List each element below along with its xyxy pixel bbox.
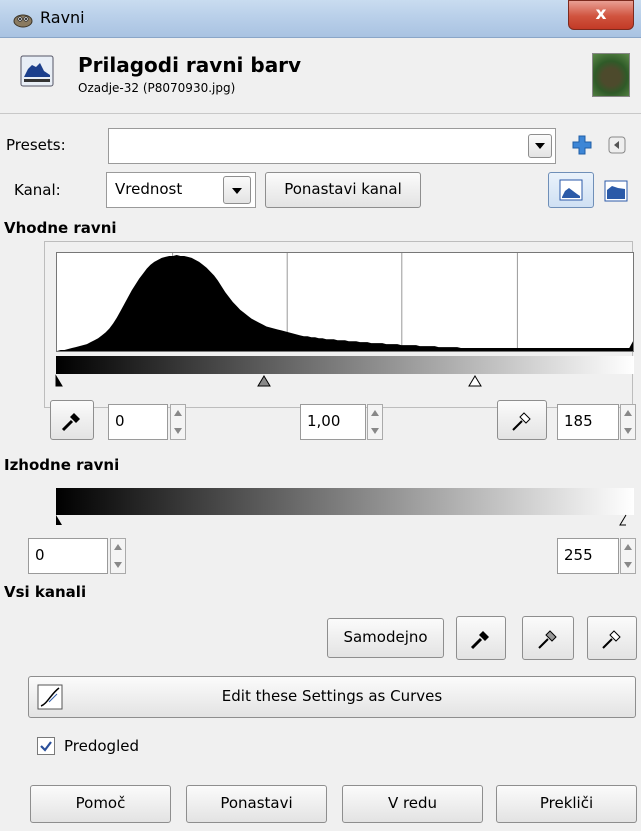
output-low-handle[interactable] [50,514,64,528]
eyedropper-white-icon [602,630,621,649]
input-high-spinner[interactable] [620,404,636,440]
window-title: Ravni [40,8,85,27]
output-high-field[interactable]: 255 [557,538,619,574]
input-gamma-handle[interactable] [257,374,271,388]
checkmark-icon [40,741,52,752]
output-levels-gradient [56,488,634,515]
output-high-spinner[interactable] [620,538,636,574]
presets-label: Presets: [6,136,66,154]
input-high-handle[interactable] [468,374,482,388]
channel-value: Vrednost [115,180,183,198]
close-button[interactable]: x [568,0,634,30]
log-histogram-icon [604,180,628,202]
pick-black-point-button[interactable] [50,400,94,440]
channel-label: Kanal: [14,181,61,199]
spinner-arrows-icon [170,404,186,440]
preview-checkbox[interactable] [37,737,55,755]
input-gamma-field[interactable]: 1,00 [300,404,366,440]
eyedropper-black-icon [61,413,80,432]
histogram [56,252,634,352]
eyedropper-white-icon [512,412,531,431]
input-high-field[interactable]: 185 [557,404,619,440]
linear-histogram-toggle[interactable] [548,172,594,208]
curves-icon [37,684,63,710]
input-levels-heading: Vhodne ravni [4,219,117,237]
input-low-handle[interactable] [50,374,64,388]
image-thumbnail [592,53,630,97]
reset-button[interactable]: Ponastavi [186,785,327,823]
output-low-spinner[interactable] [110,538,126,574]
eyedropper-gray-icon [538,630,557,649]
help-button[interactable]: Pomoč [30,785,171,823]
spinner-arrows-icon [110,538,126,574]
pick-white-point-button[interactable] [497,400,547,440]
presets-dropdown-button[interactable] [528,134,552,158]
chevron-down-icon [232,188,242,194]
spinner-arrows-icon [620,404,636,440]
chevron-down-icon [535,143,545,149]
histogram-area [57,254,633,351]
channel-dropdown-button[interactable] [223,176,251,204]
eyedropper-black-icon [470,631,489,650]
output-levels-heading: Izhodne ravni [4,456,120,474]
levels-icon [20,55,54,87]
auto-white-eyedropper-button[interactable] [587,616,637,660]
cancel-button[interactable]: Prekliči [496,785,637,823]
auto-gray-eyedropper-button[interactable] [522,616,574,660]
dialog-title: Prilagodi ravni barv [78,53,302,77]
add-preset-icon[interactable] [571,134,593,156]
input-levels-gradient [56,356,634,374]
all-channels-heading: Vsi kanali [4,583,87,601]
title-bar [0,0,641,38]
edit-as-curves-button[interactable]: Edit these Settings as Curves [28,676,636,718]
spinner-arrows-icon [620,538,636,574]
preset-menu-icon[interactable] [608,136,626,154]
spinner-arrows-icon [367,404,383,440]
input-low-spinner[interactable] [170,404,186,440]
reset-channel-button[interactable]: Ponastavi kanal [265,172,421,208]
edit-as-curves-label: Edit these Settings as Curves [221,687,443,705]
input-low-field[interactable]: 0 [108,404,168,440]
auto-button[interactable]: Samodejno [327,618,444,658]
output-low-field[interactable]: 0 [28,538,108,574]
linear-histogram-icon [559,179,583,201]
ok-button[interactable]: V redu [342,785,483,823]
log-histogram-toggle[interactable] [604,176,634,206]
output-high-handle[interactable] [618,514,632,528]
input-gamma-spinner[interactable] [367,404,383,440]
preview-label: Predogled [64,737,139,755]
presets-combo[interactable] [108,128,556,164]
auto-black-eyedropper-button[interactable] [456,616,506,660]
dialog-subtitle: Ozadje-32 (P8070930.jpg) [78,81,236,95]
gimp-icon [13,14,33,28]
